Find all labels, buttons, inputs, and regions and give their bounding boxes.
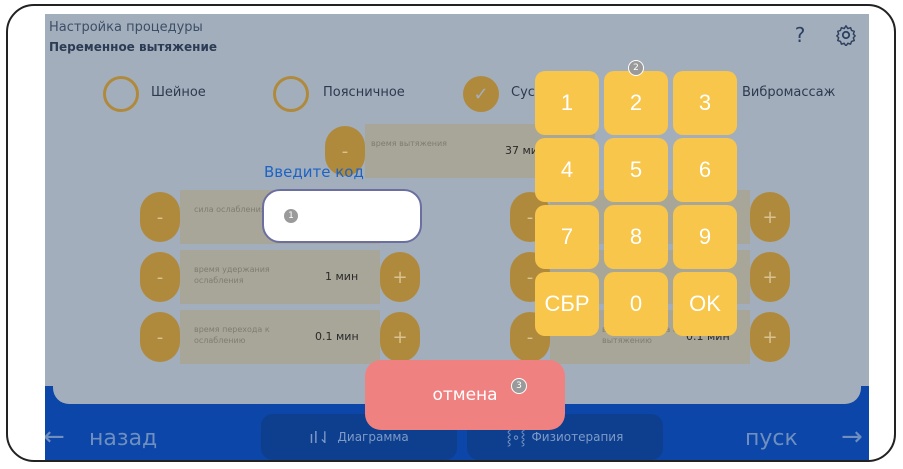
transition-minus-button[interactable]: - bbox=[140, 312, 180, 362]
device-frame: Настройка процедуры Переменное вытяжение… bbox=[6, 4, 896, 462]
hold-weakening-field: время удержания ослабления 1 мин bbox=[180, 250, 380, 304]
key-6[interactable]: 6 bbox=[673, 138, 737, 202]
right-plus-button-3[interactable]: + bbox=[750, 312, 790, 362]
gear-icon[interactable] bbox=[833, 22, 859, 48]
param-label: время вытяжения bbox=[371, 139, 447, 148]
force-minus-button[interactable]: - bbox=[140, 192, 180, 242]
start-button[interactable]: пуск bbox=[745, 426, 798, 451]
hold-plus-button[interactable]: + bbox=[380, 252, 420, 302]
mode-label: Шейное bbox=[151, 85, 206, 100]
check-icon: ✓ bbox=[463, 76, 499, 112]
step-badge-2: 2 bbox=[628, 60, 644, 76]
mode-cervical[interactable]: Шейное bbox=[103, 76, 253, 114]
right-plus-button-1[interactable]: + bbox=[750, 192, 790, 242]
arrow-left-icon[interactable]: ← bbox=[45, 422, 65, 452]
physio-icon: ⸾∘⸾ bbox=[506, 429, 526, 446]
diagram-label: Диаграмма bbox=[337, 430, 409, 444]
question-icon[interactable]: ? bbox=[787, 22, 813, 48]
page-title: Настройка процедуры bbox=[49, 20, 203, 35]
key-9[interactable]: 9 bbox=[673, 205, 737, 269]
mode-lumbar[interactable]: Поясничное bbox=[273, 76, 443, 114]
mode-vibromassage[interactable]: Вибромассаж bbox=[742, 85, 835, 100]
mode-label: Поясничное bbox=[323, 85, 405, 100]
param-label: время удержания ослабления bbox=[194, 265, 270, 285]
step-badge-3: 3 bbox=[511, 378, 527, 394]
radio-icon bbox=[273, 76, 309, 112]
right-plus-button-2[interactable]: + bbox=[750, 252, 790, 302]
step-badge-1: 1 bbox=[283, 208, 299, 224]
transition-weakening-field: время перехода к ослаблению 0.1 мин bbox=[180, 310, 380, 364]
cancel-button[interactable]: отмена bbox=[365, 360, 565, 430]
param-value: 0.1 мин bbox=[315, 330, 359, 343]
param-label: время перехода к ослаблению bbox=[194, 325, 270, 345]
key-3[interactable]: 3 bbox=[673, 71, 737, 135]
dialog-title: Введите код bbox=[264, 163, 364, 181]
physio-label: Физиотерапия bbox=[531, 430, 624, 444]
key-5[interactable]: 5 bbox=[604, 138, 668, 202]
procedure-name: Переменное вытяжение bbox=[49, 40, 218, 54]
cancel-label: отмена bbox=[432, 385, 498, 405]
param-value: 1 мин bbox=[325, 270, 359, 283]
key-ok[interactable]: OK bbox=[673, 272, 737, 336]
key-1[interactable]: 1 bbox=[535, 71, 599, 135]
screen: Настройка процедуры Переменное вытяжение… bbox=[45, 14, 869, 460]
key-8[interactable]: 8 bbox=[604, 205, 668, 269]
param-value: 37 ми bbox=[505, 144, 538, 157]
back-button[interactable]: назад bbox=[89, 426, 157, 451]
key-4[interactable]: 4 bbox=[535, 138, 599, 202]
key-reset[interactable]: СБР bbox=[535, 272, 599, 336]
key-7[interactable]: 7 bbox=[535, 205, 599, 269]
arrow-right-icon[interactable]: → bbox=[841, 422, 863, 452]
key-0[interactable]: 0 bbox=[604, 272, 668, 336]
hold-minus-button[interactable]: - bbox=[140, 252, 180, 302]
key-2[interactable]: 2 bbox=[604, 71, 668, 135]
transition-plus-button[interactable]: + bbox=[380, 312, 420, 362]
radio-icon bbox=[103, 76, 139, 112]
chart-icon: ıl⇃ bbox=[309, 427, 332, 447]
